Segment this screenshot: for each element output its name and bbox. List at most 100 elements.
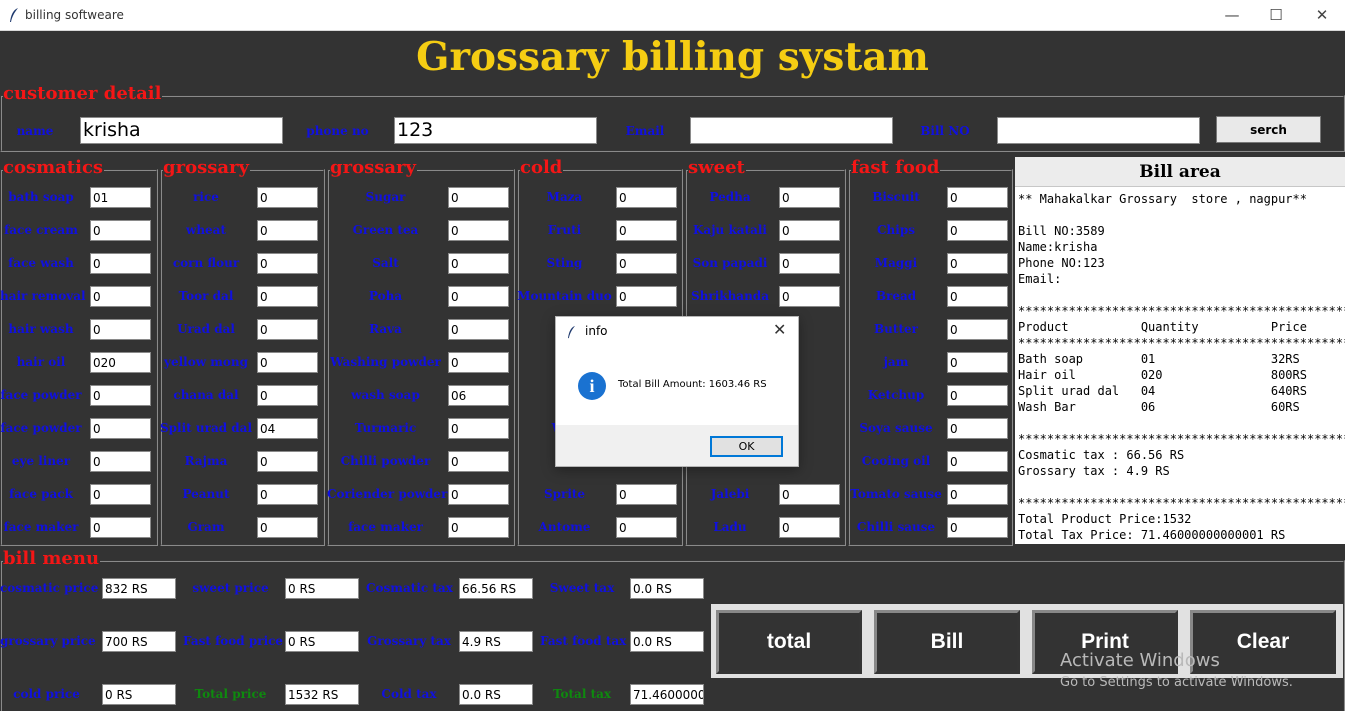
product-quantity-input[interactable]: 0: [257, 319, 318, 340]
phone-label: phone no: [306, 124, 369, 138]
product-quantity-input[interactable]: 0: [779, 484, 840, 505]
category-title: cold: [520, 157, 564, 178]
bill-line: Split urad dal 04 640RS: [1018, 384, 1307, 398]
product-quantity-input[interactable]: 0: [90, 253, 151, 274]
product-quantity-input[interactable]: 0: [257, 253, 318, 274]
customer-detail-title: customer detail: [3, 83, 163, 104]
product-quantity-input[interactable]: 0: [947, 253, 1008, 274]
product-label: Fruti: [547, 223, 582, 237]
product-quantity-input[interactable]: 0: [257, 451, 318, 472]
ok-button[interactable]: OK: [710, 436, 783, 457]
product-label: Antome: [538, 520, 591, 534]
product-label: Mountain duo: [517, 289, 612, 303]
product-label: Coriender powder: [327, 487, 448, 501]
product-quantity-input[interactable]: 0: [947, 418, 1008, 439]
product-quantity-input[interactable]: 0: [90, 220, 151, 241]
close-window-button[interactable]: ✕: [1304, 4, 1340, 26]
product-quantity-input[interactable]: 0: [947, 385, 1008, 406]
product-label: Ladu: [713, 520, 747, 534]
bill-button[interactable]: Bill: [874, 610, 1020, 674]
product-quantity-input[interactable]: 0: [90, 517, 151, 538]
product-label: Jalebi: [710, 487, 750, 501]
product-quantity-input[interactable]: 0: [947, 517, 1008, 538]
dialog-title: info: [585, 324, 608, 338]
minimize-button[interactable]: —: [1214, 4, 1250, 26]
product-quantity-input[interactable]: 0: [616, 286, 677, 307]
bill-menu-label: cosmatic price: [0, 581, 99, 595]
window-title: billing softweare: [25, 8, 124, 22]
product-quantity-input[interactable]: 0: [448, 418, 509, 439]
product-quantity-input[interactable]: 0: [616, 253, 677, 274]
product-quantity-input[interactable]: 0: [90, 319, 151, 340]
product-quantity-input[interactable]: 0: [779, 286, 840, 307]
product-quantity-input[interactable]: 0: [448, 253, 509, 274]
product-quantity-input[interactable]: 0: [257, 385, 318, 406]
bill-line: Total Product Price:1532: [1018, 512, 1192, 526]
product-quantity-input[interactable]: 0: [947, 187, 1008, 208]
product-quantity-input[interactable]: 0: [616, 517, 677, 538]
app-banner-title: Grossary billing systam: [416, 34, 929, 80]
product-quantity-input[interactable]: 0: [448, 352, 509, 373]
product-quantity-input[interactable]: 0: [90, 418, 151, 439]
product-quantity-input[interactable]: 0: [448, 187, 509, 208]
product-quantity-input[interactable]: 020: [90, 352, 151, 373]
product-quantity-input[interactable]: 0: [616, 187, 677, 208]
product-label: Sprite: [543, 487, 586, 501]
title-bar: billing softweare — ☐ ✕: [0, 0, 1345, 31]
search-button[interactable]: serch: [1216, 116, 1321, 143]
product-quantity-input[interactable]: 0: [616, 484, 677, 505]
bill-no-input[interactable]: [997, 117, 1200, 144]
name-label: name: [16, 124, 54, 138]
product-quantity-input[interactable]: 0: [947, 319, 1008, 340]
product-quantity-input[interactable]: 04: [257, 418, 318, 439]
maximize-button[interactable]: ☐: [1258, 4, 1294, 26]
bill-line: [1018, 207, 1345, 223]
product-quantity-input[interactable]: 0: [616, 220, 677, 241]
bill-textarea[interactable]: ** Mahakalkar Grossary store , nagpur** B…: [1018, 191, 1345, 543]
product-quantity-input[interactable]: 0: [448, 484, 509, 505]
product-quantity-input[interactable]: 01: [90, 187, 151, 208]
product-quantity-input[interactable]: 0: [448, 319, 509, 340]
product-quantity-input[interactable]: 0: [448, 517, 509, 538]
product-quantity-input[interactable]: 0: [257, 286, 318, 307]
product-quantity-input[interactable]: 0: [448, 286, 509, 307]
product-quantity-input[interactable]: 0: [257, 187, 318, 208]
product-quantity-input[interactable]: 0: [947, 352, 1008, 373]
product-quantity-input[interactable]: 0: [90, 484, 151, 505]
product-quantity-input[interactable]: 06: [448, 385, 509, 406]
bill-menu-label: Cold tax: [381, 687, 437, 701]
product-label: eye liner: [11, 454, 71, 468]
product-quantity-input[interactable]: 0: [779, 517, 840, 538]
bill-menu-label: Cosmatic tax: [366, 581, 453, 595]
product-quantity-input[interactable]: 0: [257, 517, 318, 538]
product-quantity-input[interactable]: 0: [257, 484, 318, 505]
bill-line: Email:: [1018, 272, 1062, 286]
bill-menu-value: 1532 RS: [285, 684, 359, 705]
product-quantity-input[interactable]: 0: [947, 220, 1008, 241]
product-quantity-input[interactable]: 0: [448, 220, 509, 241]
bill-area-title: Bill area: [1015, 157, 1345, 187]
product-quantity-input[interactable]: 0: [448, 451, 509, 472]
product-quantity-input[interactable]: 0: [90, 286, 151, 307]
email-input[interactable]: [690, 117, 893, 144]
product-quantity-input[interactable]: 0: [947, 484, 1008, 505]
bill-menu-value: 0 RS: [102, 684, 176, 705]
product-quantity-input[interactable]: 0: [779, 220, 840, 241]
dialog-close-icon[interactable]: ✕: [773, 320, 786, 339]
product-label: hair oil: [16, 355, 66, 369]
feather-icon: [568, 325, 575, 339]
product-quantity-input[interactable]: 0: [90, 451, 151, 472]
product-quantity-input[interactable]: 0: [257, 352, 318, 373]
phone-input[interactable]: 123: [394, 117, 597, 144]
product-quantity-input[interactable]: 0: [90, 385, 151, 406]
activate-windows-watermark: Activate Windows Go to Settings to activ…: [1060, 652, 1293, 690]
product-quantity-input[interactable]: 0: [947, 451, 1008, 472]
total-button[interactable]: total: [716, 610, 862, 674]
product-quantity-input[interactable]: 0: [779, 187, 840, 208]
product-label: face wash: [8, 256, 74, 270]
product-quantity-input[interactable]: 0: [779, 253, 840, 274]
product-quantity-input[interactable]: 0: [257, 220, 318, 241]
name-input[interactable]: krisha: [80, 117, 283, 144]
product-quantity-input[interactable]: 0: [947, 286, 1008, 307]
bill-menu-value: 66.56 RS: [459, 578, 533, 599]
